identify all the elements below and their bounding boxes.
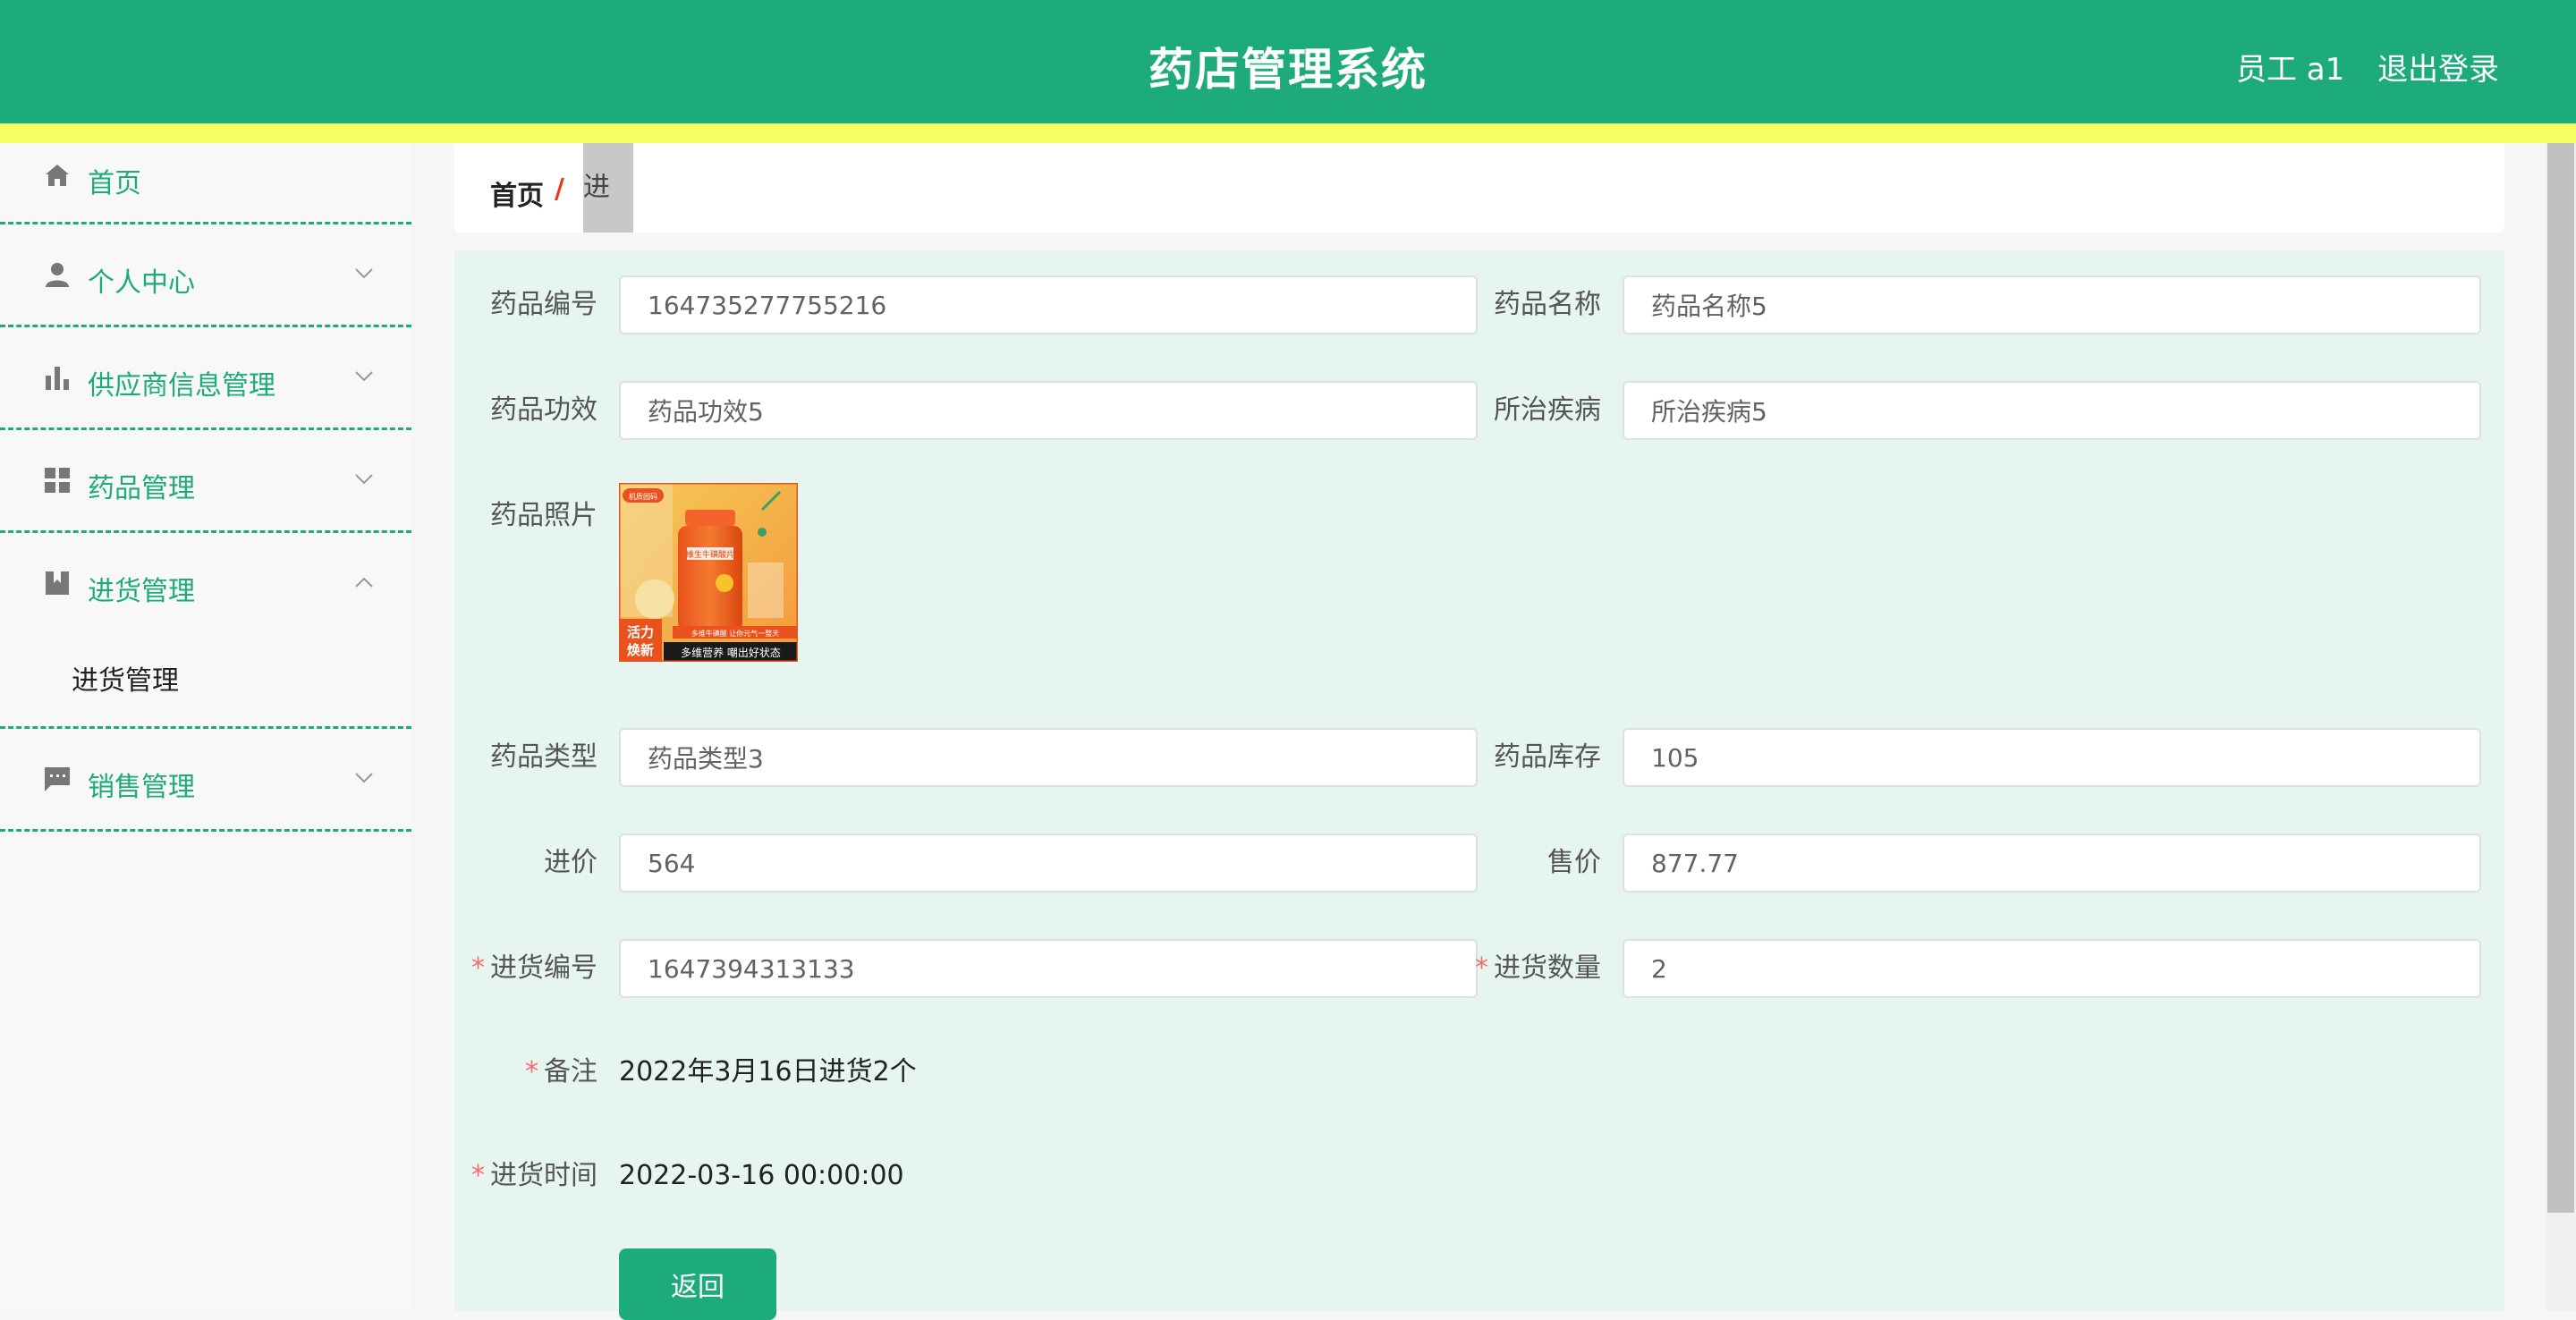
photo-tag-text: 机质园码 [629,492,657,501]
current-user-label: 员工 a1 [2236,52,2345,88]
photo-slogan-bottom: 多维营养 嘲出好状态 [681,646,781,659]
drug-type-label: 药品类型 [490,741,597,773]
sale-price-label: 售价 [1547,847,1601,878]
user-icon [46,263,69,287]
purchase-no-label: * 进货编号 [454,937,597,1000]
remark-label-text: 备注 [544,1056,597,1087]
book-icon [46,571,69,595]
bottle-label-text: 维生牛磺酸片 [686,549,734,560]
photo-slogan-small: 多维牛磺酸 让你元气一整天 [691,629,780,638]
disease-input[interactable] [1623,381,2481,440]
app-title: 药店管理系统 [1148,44,1428,96]
grid-icon [45,468,70,493]
remark-label: * 备注 [454,1041,597,1104]
purchase-qty-label-text: 进货数量 [1494,952,1601,984]
sidebar-item-label: 药品管理 [88,473,195,504]
chevron-down-icon [355,773,373,783]
breadcrumb: 首页 / 进货 [454,143,2504,292]
scrollbar-thumb[interactable] [2547,143,2574,1213]
purchase-time-label-text: 进货时间 [490,1160,597,1191]
chevron-down-icon [355,474,373,485]
remark-value: 2022年3月16日进货2个 [619,1056,917,1087]
photo-label: 药品照片 [490,500,597,531]
required-mark: * [1475,952,1488,984]
purchase-qty-label: * 进货数量 [1458,937,1601,1000]
chat-icon [45,767,70,791]
purchase-no-label-text: 进货编号 [490,952,597,984]
sale-price-input[interactable] [1623,833,2481,893]
photo-slogan-left-2: 焕新 [627,642,654,658]
sidebar-item-sales[interactable]: 销售管理 [0,729,411,832]
breadcrumb-separator: / [555,173,564,205]
chevron-up-icon [355,577,373,588]
drug-photo[interactable]: 维生牛磺酸片 机质园码 多维牛磺酸 让你元气一整天 活力 焕新 多维营养 嘲出好… [617,481,800,664]
drug-name-input[interactable] [1623,275,2481,334]
sidebar-item-personal-center[interactable]: 个人中心 [0,224,411,327]
sidebar: 首页 个人中心 供应商信息管理 药品管理 进货管理 进货管理 销售管理 [0,143,411,1311]
stock-label: 药品库存 [1494,741,1601,773]
top-header: 药店管理系统 员工 a1 退出登录 [0,0,2576,123]
drug-photo-image: 维生牛磺酸片 机质园码 多维牛磺酸 让你元气一整天 活力 焕新 多维营养 嘲出好… [617,481,800,664]
back-button[interactable]: 返回 [619,1248,776,1320]
drug-name-label: 药品名称 [1494,289,1601,320]
header-accent-stripe [0,123,2576,143]
breadcrumb-home[interactable]: 首页 [490,173,544,213]
sidebar-item-label: 销售管理 [88,772,195,803]
efficacy-input[interactable] [619,381,1478,440]
sidebar-item-purchase[interactable]: 进货管理 [0,533,411,633]
required-mark: * [471,952,485,984]
drug-type-input[interactable] [619,728,1478,787]
purchase-time-label: * 进货时间 [454,1145,597,1207]
required-mark: * [525,1056,538,1087]
sidebar-item-label: 供应商信息管理 [88,370,275,402]
sidebar-item-home[interactable]: 首页 [0,143,411,224]
purchase-qty-input[interactable] [1623,939,2481,998]
sidebar-item-drug[interactable]: 药品管理 [0,430,411,533]
drug-no-label: 药品编号 [490,289,597,320]
purchase-price-label: 进价 [544,847,597,878]
logout-button[interactable]: 退出登录 [2377,45,2499,89]
purchase-no-input[interactable] [619,939,1478,998]
sidebar-item-label: 首页 [88,168,141,199]
purchase-price-input[interactable] [619,833,1478,893]
chevron-down-icon [355,371,373,382]
home-icon [46,165,69,186]
sidebar-item-label: 个人中心 [88,267,195,299]
purchase-time-value: 2022-03-16 00:00:00 [619,1160,904,1191]
bar-chart-icon [46,367,69,390]
chevron-down-icon [355,268,373,279]
drug-no-input[interactable] [619,275,1478,334]
stock-input[interactable] [1623,728,2481,787]
sidebar-subitem-purchase-management[interactable]: 进货管理 [72,658,179,698]
sidebar-item-supplier[interactable]: 供应商信息管理 [0,327,411,430]
breadcrumb-current: 进货 [583,143,633,292]
required-mark: * [471,1160,485,1191]
photo-slogan-left-1: 活力 [627,624,654,640]
submenu-purchase: 进货管理 [0,633,411,729]
sidebar-item-label: 进货管理 [88,576,195,607]
disease-label: 所治疾病 [1494,394,1601,426]
efficacy-label: 药品功效 [490,394,597,426]
